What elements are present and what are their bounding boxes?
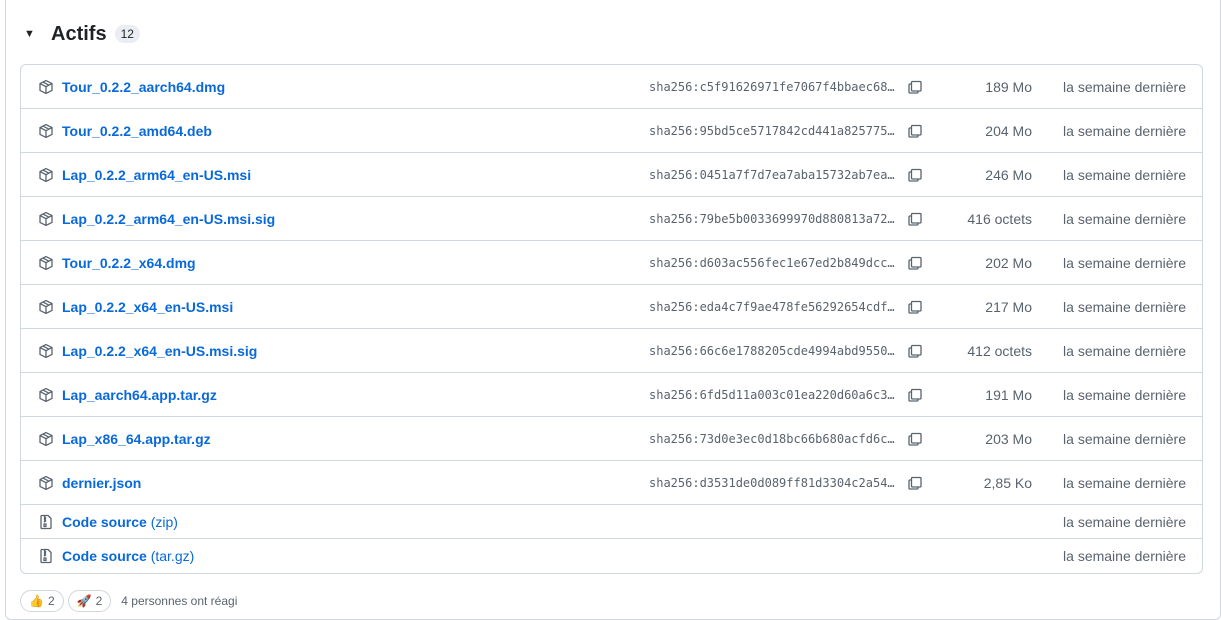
asset-link[interactable]: Lap_0.2.2_x64_en-US.msi.sig [62, 343, 257, 359]
asset-date: la semaine dernière [1063, 474, 1186, 491]
asset-link[interactable]: Tour_0.2.2_x64.dmg [62, 255, 196, 271]
package-icon [38, 255, 54, 271]
asset-link[interactable]: Tour_0.2.2_amd64.deb [62, 123, 212, 139]
asset-sha: sha256:0451a7f7d7ea7aba15732ab7ea… [649, 167, 895, 182]
package-icon [38, 343, 54, 359]
asset-link[interactable]: dernier.json [62, 475, 141, 491]
asset-size: 2,85 Ko [983, 474, 1032, 491]
assets-list: Tour_0.2.2_aarch64.dmg sha256:c5f91626971… [20, 64, 1203, 574]
source-label: Code source [62, 513, 147, 530]
source-format: (zip) [150, 513, 178, 530]
asset-row: Lap_0.2.2_arm64_en-US.msi.sig sha256:79be… [21, 197, 1202, 241]
copy-icon[interactable] [907, 255, 923, 271]
copy-icon[interactable] [907, 431, 923, 447]
asset-row: Tour_0.2.2_amd64.deb sha256:95bd5ce571784… [21, 109, 1202, 153]
asset-row: Lap_0.2.2_x64_en-US.msi sha256:eda4c7f9ae… [21, 285, 1202, 329]
asset-link[interactable]: Lap_0.2.2_arm64_en-US.msi.sig [62, 211, 275, 227]
source-row: Code source (zip) la semaine dernière [21, 505, 1202, 539]
asset-sha: sha256:c5f91626971fe7067f4bbaec68… [649, 79, 895, 94]
asset-date: la semaine dernière [1063, 210, 1186, 227]
asset-date: la semaine dernière [1063, 254, 1186, 271]
asset-sha: sha256:6fd5d11a003c01ea220d60a6c3… [649, 387, 895, 402]
asset-date: la semaine dernière [1063, 298, 1186, 315]
package-icon [38, 475, 54, 491]
copy-icon[interactable] [907, 167, 923, 183]
asset-sha: sha256:d3531de0d089ff81d3304c2a54… [649, 475, 895, 490]
reaction-rocket[interactable]: 🚀 2 [67, 590, 112, 612]
package-icon [38, 387, 54, 403]
copy-icon[interactable] [907, 211, 923, 227]
reaction-count: 2 [95, 594, 103, 608]
asset-row: Tour_0.2.2_aarch64.dmg sha256:c5f91626971… [21, 65, 1202, 109]
triangle-down-icon[interactable]: ▼ [24, 28, 40, 40]
source-row: Code source (tar.gz) la semaine dernière [21, 539, 1202, 573]
asset-date: la semaine dernière [1063, 78, 1186, 95]
copy-icon[interactable] [907, 387, 923, 403]
asset-size: 204 Mo [985, 122, 1032, 139]
file-zip-icon [38, 514, 54, 530]
thumbs-up-icon: 👍 [29, 594, 44, 608]
asset-row: Tour_0.2.2_x64.dmg sha256:d603ac556fec1e6… [21, 241, 1202, 285]
asset-size: 412 octets [967, 342, 1032, 359]
asset-size: 191 Mo [985, 386, 1032, 403]
asset-row: Lap_0.2.2_x64_en-US.msi.sig sha256:66c6e1… [21, 329, 1202, 373]
source-date: la semaine dernière [1063, 513, 1186, 530]
asset-sha: sha256:66c6e1788205cde4994abd9550… [649, 343, 895, 358]
package-icon [38, 431, 54, 447]
asset-link[interactable]: Lap_0.2.2_arm64_en-US.msi [62, 167, 251, 183]
asset-date: la semaine dernière [1063, 122, 1186, 139]
asset-size: 217 Mo [985, 298, 1032, 315]
file-zip-icon [38, 548, 54, 564]
asset-date: la semaine dernière [1063, 342, 1186, 359]
package-icon [38, 123, 54, 139]
asset-size: 203 Mo [985, 430, 1032, 447]
asset-date: la semaine dernière [1063, 166, 1186, 183]
asset-size: 246 Mo [985, 166, 1032, 183]
asset-date: la semaine dernière [1063, 430, 1186, 447]
asset-size: 189 Mo [985, 78, 1032, 95]
asset-link[interactable]: Lap_x86_64.app.tar.gz [62, 431, 211, 447]
asset-size: 416 octets [967, 210, 1032, 227]
asset-sha: sha256:79be5b0033699970d880813a72… [649, 211, 895, 226]
asset-row: Lap_aarch64.app.tar.gz sha256:6fd5d11a003… [21, 373, 1202, 417]
assets-title: Actifs [51, 22, 107, 45]
rocket-icon: 🚀 [76, 594, 92, 608]
reaction-thumbs-up[interactable]: 👍 2 [20, 590, 64, 612]
asset-date: la semaine dernière [1063, 386, 1186, 403]
package-icon [38, 79, 54, 95]
source-link[interactable]: Code source (tar.gz) [62, 548, 194, 564]
copy-icon[interactable] [907, 343, 923, 359]
asset-sha: sha256:eda4c7f9ae478fe56292654cdf… [649, 299, 895, 314]
source-format: (tar.gz) [150, 548, 195, 564]
copy-icon[interactable] [907, 299, 923, 315]
source-date: la semaine dernière [1063, 548, 1186, 564]
asset-row: Lap_0.2.2_arm64_en-US.msi sha256:0451a7f7… [21, 153, 1202, 197]
asset-size: 202 Mo [985, 254, 1032, 271]
asset-sha: sha256:d603ac556fec1e67ed2b849dcc… [649, 255, 895, 270]
asset-sha: sha256:95bd5ce5717842cd441a825775… [649, 123, 895, 138]
assets-count-badge: 12 [114, 25, 140, 43]
source-label: Code source [62, 548, 147, 564]
asset-link[interactable]: Lap_aarch64.app.tar.gz [62, 387, 217, 403]
reaction-count: 2 [47, 594, 55, 608]
reactions-bar: 👍 2 🚀 2 4 personnes ont réagi [20, 589, 237, 613]
copy-icon[interactable] [907, 475, 923, 491]
copy-icon[interactable] [907, 79, 923, 95]
asset-row: Lap_x86_64.app.tar.gz sha256:73d0e3ec0d18… [21, 417, 1202, 461]
copy-icon[interactable] [907, 123, 923, 139]
reactions-summary: 4 personnes ont réagi [121, 594, 238, 608]
package-icon [38, 211, 54, 227]
asset-row: dernier.json sha256:d3531de0d089ff81d3304… [21, 461, 1202, 505]
package-icon [38, 299, 54, 315]
package-icon [38, 167, 54, 183]
source-link[interactable]: Code source (zip) [62, 514, 178, 530]
asset-link[interactable]: Lap_0.2.2_x64_en-US.msi [62, 299, 233, 315]
assets-header[interactable]: ▼ Actifs 12 [24, 20, 140, 48]
asset-link[interactable]: Tour_0.2.2_aarch64.dmg [62, 79, 225, 95]
asset-sha: sha256:73d0e3ec0d18bc66b680acfd6c… [649, 431, 895, 446]
